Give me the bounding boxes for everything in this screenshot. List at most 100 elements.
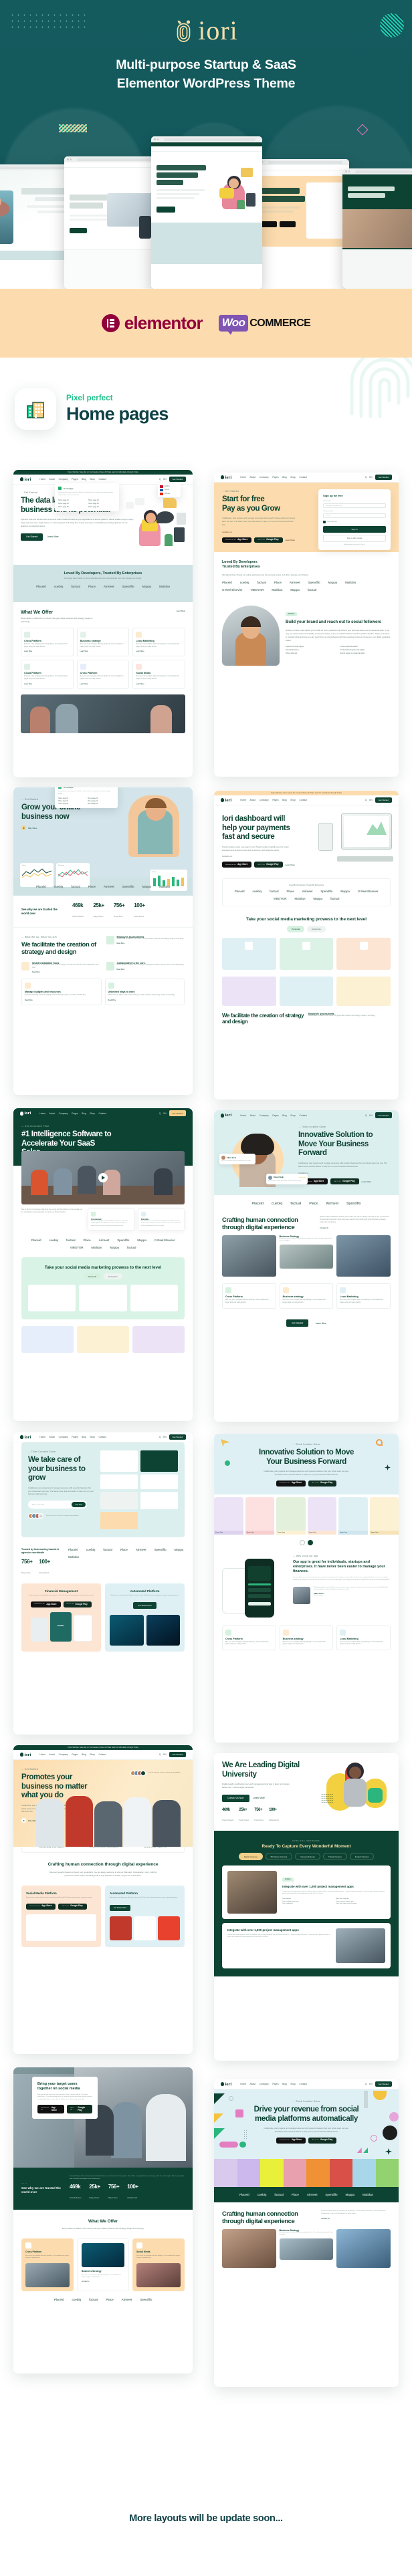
get-started-button[interactable]: Get Started xyxy=(375,474,392,481)
language-selector[interactable]: EN xyxy=(163,478,166,481)
language-dropdown[interactable]: English French Chinese xyxy=(158,483,181,497)
get-started-button[interactable]: Get Started Now xyxy=(133,1602,157,1609)
get-started-button[interactable]: Get Started xyxy=(375,2081,392,2087)
home-page-card[interactable]: iori Home About Company Pages Blog Shop Con… xyxy=(214,1110,399,1422)
home-page-card[interactable]: Get Started Grow your online business no… xyxy=(13,787,193,1095)
site-navigation[interactable]: iori Home About Company Pages Blog Shop Con… xyxy=(214,473,399,483)
offer-card[interactable]: Cloud Platform Run over a ton complete wi… xyxy=(21,660,74,689)
offer-card[interactable]: Cross Platform Run over a ton complete wi… xyxy=(222,1625,276,1650)
tab-enterprise[interactable]: Enterprise xyxy=(104,1273,122,1280)
integrate-card[interactable]: Solution Integrate with over 1,000 proje… xyxy=(222,1865,391,1920)
app-store-button[interactable]: Download on theApp Store xyxy=(276,1480,306,1487)
carousel-item[interactable]: Steven John xyxy=(338,1497,368,1535)
pricing-card[interactable] xyxy=(279,937,334,970)
carousel-item[interactable]: Steven John xyxy=(276,1497,306,1535)
chip-camera-frames[interactable]: Camera Frames xyxy=(295,1853,320,1861)
promo-card[interactable]: Automated Platform Synchronize and autom… xyxy=(105,1886,185,1947)
google-play-button[interactable]: GET IT ON Google Play xyxy=(308,1480,337,1487)
app-store-button[interactable]: Download on theApp Store xyxy=(222,537,252,543)
chip-digital-camera[interactable]: Digital Camera xyxy=(238,1853,263,1861)
offer-card[interactable]: Business strategy Run over a ton complete… xyxy=(279,1625,334,1650)
site-navigation[interactable]: iori Home About Company Pages Blog Shop Con… xyxy=(214,795,399,805)
offer-card[interactable]: Social Media Run over a ton complete with… xyxy=(132,660,185,689)
google-play-button[interactable]: GET IT ON Google Play xyxy=(66,2105,92,2113)
site-logo[interactable]: iori xyxy=(20,477,31,482)
site-navigation[interactable]: iori Home About Company Pages Blog Shop Con… xyxy=(214,2079,399,2089)
carousel-item[interactable]: Steven John xyxy=(307,1497,336,1535)
category-chips[interactable]: Digital Camera Mirrorless Camera Camera … xyxy=(222,1849,391,1865)
testimonial-carousel[interactable]: Steven John Steven John Steven John Stev… xyxy=(214,1495,399,1537)
search-icon[interactable]: Q xyxy=(365,799,367,801)
feature-card[interactable]: Unlimited ways to work What makes us diff… xyxy=(104,978,185,1005)
carousel-next-button[interactable] xyxy=(308,1539,313,1545)
search-icon[interactable]: Q xyxy=(365,1114,367,1117)
float-card[interactable]: Flexible We deliberate in our workforce … xyxy=(138,1208,185,1231)
get-started-button[interactable]: Get Started Now xyxy=(110,1905,131,1911)
feature-item[interactable]: Smart Installation Tools No big time, no… xyxy=(21,962,100,973)
google-play-button[interactable]: GET IT ON Google Play xyxy=(254,537,283,543)
feature-card[interactable]: Manage budgets and resources Seamless imp… xyxy=(21,978,102,1005)
get-started-button[interactable]: Get Started xyxy=(375,1112,392,1118)
chip-instant-camera[interactable]: Instant Camera xyxy=(349,1853,375,1861)
plan-card[interactable] xyxy=(130,1285,178,1312)
feature-item[interactable]: Employee Assessments What makes us diffe… xyxy=(106,936,185,956)
integrate-card[interactable]: Integrate with over 1,000 project manage… xyxy=(222,1923,391,1969)
mega-menu-dropdown[interactable]: Homepage Keeping on the way to your list… xyxy=(55,483,119,512)
join-now-button[interactable]: Join Now xyxy=(72,1502,86,1508)
site-logo[interactable]: iori xyxy=(221,475,231,480)
tab-personal[interactable]: Personal xyxy=(287,926,305,932)
plan-card[interactable] xyxy=(79,1285,127,1312)
app-store-button[interactable]: Download on theApp Store xyxy=(222,862,252,868)
mega-menu-dropdown[interactable]: Homepage Keeping on the way to your list… xyxy=(55,787,118,809)
carousel-item[interactable]: Steven John xyxy=(369,1497,399,1535)
float-card[interactable]: Connected We have languages understand d… xyxy=(88,1208,134,1231)
app-store-button[interactable]: Download on theApp Store xyxy=(26,1903,56,1910)
pricing-card[interactable] xyxy=(336,976,391,1006)
play-button-icon[interactable] xyxy=(98,1172,108,1182)
site-logo[interactable]: iori xyxy=(221,2082,231,2087)
app-store-button[interactable]: Download on theApp Store xyxy=(37,2105,64,2113)
home-page-card[interactable]: Bring your target users together on soci… xyxy=(13,2067,193,2373)
search-icon[interactable]: Q xyxy=(159,1436,161,1438)
home-page-card[interactable]: Cyber Monday: Save big on the Creative P… xyxy=(13,470,193,777)
video-thumbnail[interactable] xyxy=(21,1150,185,1204)
home-page-card[interactable]: Cyber Monday: Save big on the Creative P… xyxy=(214,791,399,1100)
get-started-button[interactable]: Get Started xyxy=(169,1110,186,1116)
nav-links[interactable]: Home About Company Pages Blog Shop Contact xyxy=(39,478,106,481)
offer-card[interactable]: Cross Platform Run over a ton complete wi… xyxy=(76,660,130,689)
google-play-button[interactable]: GET IT ON Google Play xyxy=(254,862,283,868)
google-sign-in-button[interactable]: Sign in with Google xyxy=(323,535,386,542)
search-icon[interactable]: Q xyxy=(365,2083,367,2085)
offer-card[interactable]: Local Marketing Run over a ton complete w… xyxy=(336,1283,391,1309)
search-icon[interactable]: Q xyxy=(159,1753,161,1756)
site-navigation[interactable]: iori Home About Company Pages Blog Shop Con… xyxy=(13,1432,193,1442)
search-icon[interactable]: Q xyxy=(159,1112,161,1115)
offer-card[interactable]: Social Media Run over a ton complete wit… xyxy=(132,2238,185,2291)
offer-card[interactable]: Business strategy Run over a ton complete… xyxy=(76,628,130,657)
home-page-card[interactable]: We Are Leading Digital University Enable… xyxy=(214,1753,399,2061)
offer-card[interactable]: Cross Platform Run over a ton complete wi… xyxy=(222,1283,276,1309)
plan-card[interactable] xyxy=(132,1326,185,1354)
app-store-button[interactable]: Download on theApp Store xyxy=(276,2137,306,2144)
contact-button[interactable]: Contact Us Now xyxy=(222,1794,249,1802)
site-logo[interactable]: iori xyxy=(20,1435,31,1440)
carousel-item[interactable]: Steven John xyxy=(214,1497,243,1535)
plan-card[interactable] xyxy=(28,1285,76,1312)
google-play-button[interactable]: GET IT ON Google Play xyxy=(63,1601,92,1607)
offer-card[interactable]: Cross Platform Run over a ton complete wi… xyxy=(21,628,74,657)
home-page-card[interactable]: iori Home About Company Pages Blog Shop Con… xyxy=(13,1432,193,1734)
site-navigation[interactable]: iori Home About Company Pages Blog Shop Con… xyxy=(13,1750,193,1760)
chip-travel-camera[interactable]: Travel Camera xyxy=(322,1853,347,1861)
download-now-button[interactable]: Get Started xyxy=(286,1319,309,1327)
remember-me-checkbox[interactable] xyxy=(323,521,326,523)
tab-switcher[interactable]: Personal Enterprise xyxy=(222,922,391,937)
tab-switcher[interactable]: Personal Enterprise xyxy=(28,1270,178,1285)
carousel-controls[interactable] xyxy=(214,1537,399,1551)
plan-card[interactable] xyxy=(77,1326,129,1354)
tab-personal[interactable]: Personal xyxy=(84,1273,102,1280)
offer-card[interactable]: Local Marketing Run over a ton complete w… xyxy=(132,628,185,657)
email-input[interactable]: Enter your mail xyxy=(29,1502,72,1507)
google-play-button[interactable]: GET IT ON Google Play xyxy=(308,2137,337,2144)
promo-card[interactable]: Financial Management Track, manage, and … xyxy=(21,1583,101,1652)
get-started-button[interactable]: Get Started xyxy=(169,1434,186,1440)
